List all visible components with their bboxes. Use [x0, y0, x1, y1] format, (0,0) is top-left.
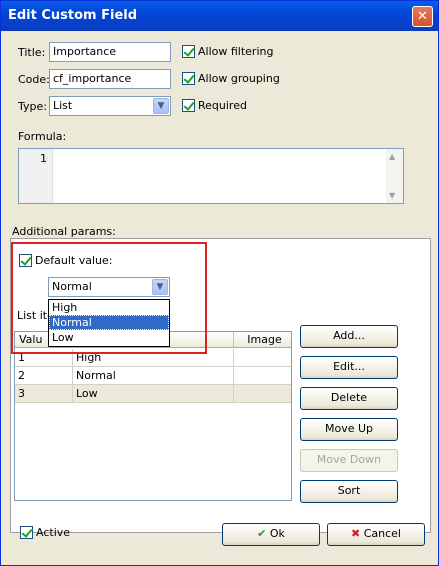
dialog-content: Title: Importance Code: cf_importance Ty… — [4, 31, 435, 563]
checkbox-checked-icon[interactable] — [182, 72, 195, 85]
check-icon: ✔ — [257, 527, 267, 540]
scroll-down-icon[interactable]: ▼ — [389, 191, 395, 200]
line-number: 1 — [40, 152, 47, 165]
cancel-button[interactable]: ✖ Cancel — [327, 523, 425, 546]
move-down-button[interactable]: Move Down — [300, 449, 398, 472]
cell-image — [234, 385, 291, 402]
cell-text: Low — [73, 385, 234, 402]
line-gutter: 1 — [19, 149, 53, 203]
cell-value: 2 — [15, 367, 73, 384]
table-row-selected[interactable]: 3 Low — [15, 385, 291, 403]
cancel-label: Cancel — [363, 527, 401, 540]
cell-text: Normal — [73, 367, 234, 384]
checkbox-checked-icon[interactable] — [182, 45, 195, 58]
window-title: Edit Custom Field — [8, 8, 138, 23]
close-icon[interactable]: ✕ — [412, 6, 433, 27]
formula-editor[interactable]: 1 ▲ ▼ — [18, 148, 404, 204]
cell-value: 3 — [15, 385, 73, 402]
sort-button[interactable]: Sort — [300, 480, 398, 503]
cell-image — [234, 367, 291, 384]
code-field[interactable]: cf_importance — [49, 69, 171, 89]
active-checkbox[interactable]: Active — [20, 526, 70, 539]
annotation-highlight-box — [11, 242, 207, 354]
move-up-button[interactable]: Move Up — [300, 418, 398, 441]
title-field[interactable]: Importance — [49, 42, 171, 62]
ok-label: Ok — [269, 527, 285, 540]
formula-label: Formula: — [18, 130, 67, 143]
scroll-up-icon[interactable]: ▲ — [389, 152, 395, 161]
allow-filtering-checkbox[interactable]: Allow filtering — [182, 45, 273, 58]
type-label: Type: — [18, 100, 47, 113]
checkbox-checked-icon[interactable] — [20, 526, 33, 539]
allow-filtering-label: Allow filtering — [198, 45, 274, 58]
type-select-value: List — [53, 99, 73, 112]
title-label: Title: — [18, 46, 46, 59]
column-header-image[interactable]: Image — [234, 332, 291, 348]
code-label: Code: — [18, 73, 50, 86]
allow-grouping-label: Allow grouping — [198, 72, 280, 85]
checkbox-checked-icon[interactable] — [182, 99, 195, 112]
edit-button[interactable]: Edit... — [300, 356, 398, 379]
chevron-down-icon[interactable]: ▼ — [153, 98, 169, 114]
required-checkbox[interactable]: Required — [182, 99, 247, 112]
allow-grouping-checkbox[interactable]: Allow grouping — [182, 72, 280, 85]
formula-scrollbar[interactable]: ▲ ▼ — [386, 149, 403, 203]
cell-image — [234, 349, 291, 366]
edit-custom-field-dialog: Edit Custom Field ✕ Title: Importance Co… — [0, 0, 439, 566]
add-button[interactable]: Add... — [300, 325, 398, 348]
table-row[interactable]: 2 Normal — [15, 367, 291, 385]
title-bar: Edit Custom Field ✕ — [1, 1, 438, 31]
type-select[interactable]: List ▼ — [49, 96, 171, 116]
list-items-table[interactable]: Valu Image 1 High 2 Normal 3 Low — [14, 331, 292, 501]
ok-button[interactable]: ✔ Ok — [222, 523, 320, 546]
x-icon: ✖ — [351, 527, 361, 540]
active-label: Active — [36, 526, 71, 539]
required-label: Required — [198, 99, 247, 112]
delete-button[interactable]: Delete — [300, 387, 398, 410]
additional-params-label: Additional params: — [12, 225, 116, 238]
